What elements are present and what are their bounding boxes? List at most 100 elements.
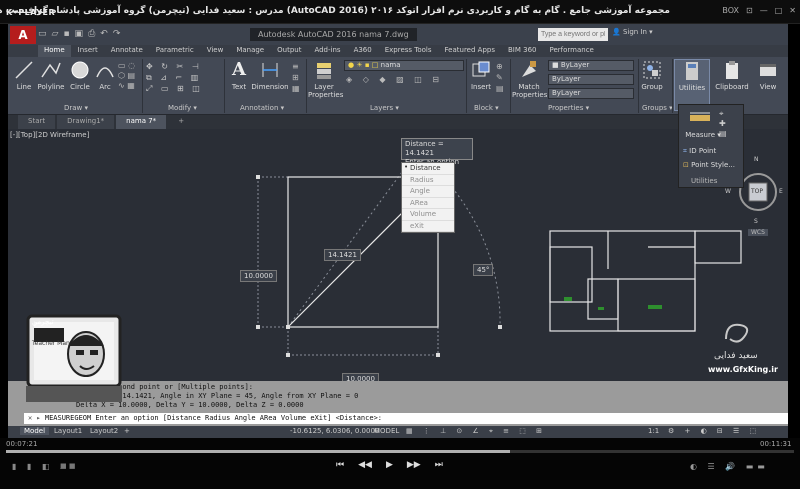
open-icon[interactable]: ▱ <box>52 29 59 39</box>
option-angle[interactable]: Angle <box>402 186 454 198</box>
clipboard-tool[interactable]: Clipboard <box>714 59 750 91</box>
autocad-title-bar: A ▭ ▱ ▪ ▣ ⎙ ↶ ↷ Autodesk AutoCAD 2016 na… <box>8 24 788 45</box>
file-tabs: Start Drawing1* nama 7* + <box>8 115 788 129</box>
status-tools[interactable]: ⚙ + ◐ ⊟ ☰ ⬚ <box>668 427 760 435</box>
lineweight-combo[interactable]: ByLayer <box>548 88 634 99</box>
option-radius[interactable]: Radius <box>402 175 454 186</box>
tab-home[interactable]: Home <box>38 45 71 57</box>
window-controls: BOX ⊡ — □ ✕ <box>722 6 796 15</box>
modify-group-label[interactable]: Modify ▾ <box>168 104 197 112</box>
annotation-group-label[interactable]: Annotation ▾ <box>240 104 284 112</box>
new-tab-icon[interactable]: + <box>168 115 194 129</box>
draw-small-tools[interactable]: ▭ ◌ ⬡ ▤ ∿ ▦ <box>118 61 140 101</box>
tab-view[interactable]: View <box>201 45 230 57</box>
layers-group-label[interactable]: Layers ▾ <box>370 104 399 112</box>
compass-east: E <box>779 188 783 195</box>
tab-performance[interactable]: Performance <box>543 45 599 57</box>
tab-a360[interactable]: A360 <box>348 45 378 57</box>
layer-small-tools[interactable]: ◈ ◇ ◆ ▨ ◫ ⊟ <box>346 75 456 84</box>
circle-label: Circle <box>70 83 90 91</box>
group-tool[interactable]: Group <box>640 59 664 91</box>
application-menu-button[interactable]: A <box>10 26 36 44</box>
groups-group-label[interactable]: Groups ▾ <box>642 104 673 112</box>
drafting-toggles[interactable]: ▦ ⋮ ⊥ ⊙ ∠ ⌖ ≡ ⬚ ⊞ <box>406 427 546 436</box>
circle-tool[interactable]: Circle <box>68 59 92 91</box>
point-style-button[interactable]: ⊡ Point Style... <box>683 161 735 169</box>
block-small-tools[interactable]: ⊕ ✎ ▤ <box>496 61 508 94</box>
lineweight-combo-value: ByLayer <box>552 89 581 97</box>
compass-south: S <box>754 218 758 225</box>
layout2-tab[interactable]: Layout2 <box>90 427 118 435</box>
tab-add-ins[interactable]: Add-ins <box>308 45 346 57</box>
forward-icon[interactable]: ▶▶ <box>407 460 421 470</box>
seek-bar[interactable] <box>6 450 794 453</box>
new-icon[interactable]: ▭ <box>38 29 47 39</box>
model-space-button[interactable]: MODEL <box>374 427 399 435</box>
calculator-icon <box>681 60 703 82</box>
right-controls[interactable]: ◐ ☰ 🔊 ▬▬ <box>690 462 769 471</box>
option-area[interactable]: ARea <box>402 198 454 209</box>
tab-parametric[interactable]: Parametric <box>150 45 200 57</box>
saveas-icon[interactable]: ▣ <box>75 29 84 39</box>
add-layout-icon[interactable]: + <box>124 427 130 435</box>
draw-group-label[interactable]: Draw ▾ <box>64 104 88 112</box>
line-tool[interactable]: Line <box>12 59 36 91</box>
text-tool[interactable]: A Text <box>228 59 250 91</box>
close-icon[interactable]: ✕ <box>789 6 796 15</box>
polyline-tool[interactable]: Polyline <box>36 59 66 91</box>
current-time: 00:07:21 <box>6 440 38 448</box>
wcs-button[interactable]: WCS <box>748 229 768 236</box>
linetype-combo[interactable]: ByLayer <box>548 74 634 85</box>
annotation-scale[interactable]: 1:1 <box>648 427 659 435</box>
layer-properties-tool[interactable]: Layer Properties <box>308 59 343 99</box>
modify-tools[interactable]: ✥ ↻ ✂ ⊣ ⧉ ⊿ ⌐ ▥ ⤢ ▭ ⊞ ◫ <box>146 61 222 101</box>
model-tab[interactable]: Model <box>20 427 50 435</box>
block-group-label[interactable]: Block ▾ <box>474 104 499 112</box>
tab-bim-360[interactable]: BIM 360 <box>502 45 543 57</box>
minimize-icon[interactable]: — <box>760 6 768 15</box>
sign-in-button[interactable]: 👤 Sign In ▾ <box>612 28 653 36</box>
layout1-tab[interactable]: Layout1 <box>54 427 82 435</box>
layer-combo-value: nama <box>380 61 401 69</box>
quick-access-toolbar: ▭ ▱ ▪ ▣ ⎙ ↶ ↷ <box>38 29 120 39</box>
tab-annotate[interactable]: Annotate <box>105 45 149 57</box>
id-point-button[interactable]: ⌗ ID Point <box>683 147 716 156</box>
layer-combo[interactable]: ● ☀ ▪ □ nama <box>344 60 464 71</box>
properties-group-label[interactable]: Properties ▾ <box>548 104 589 112</box>
redo-icon[interactable]: ↷ <box>113 29 121 39</box>
search-input[interactable] <box>538 28 608 41</box>
arc-tool[interactable]: Arc <box>94 59 116 91</box>
file-tab-start[interactable]: Start <box>18 115 56 129</box>
rewind-icon[interactable]: ◀◀ <box>358 460 372 470</box>
option-exit[interactable]: eXit <box>402 221 454 232</box>
next-icon[interactable]: ⏭ <box>435 460 443 470</box>
grip <box>286 325 290 329</box>
view-tool[interactable]: View <box>754 59 782 91</box>
tab-featured-apps[interactable]: Featured Apps <box>439 45 501 57</box>
insert-tool[interactable]: Insert <box>468 59 494 91</box>
tab-manage[interactable]: Manage <box>230 45 270 57</box>
separator <box>638 59 639 113</box>
tab-express-tools[interactable]: Express Tools <box>379 45 438 57</box>
option-volume[interactable]: Volume <box>402 209 454 221</box>
measure-button[interactable]: Measure ▾ <box>685 131 721 139</box>
tab-insert[interactable]: Insert <box>72 45 104 57</box>
option-distance[interactable]: Distance <box>402 163 454 175</box>
command-line-input[interactable]: ✕ ▸ MEASUREGEOM Enter an option [Distanc… <box>24 413 788 424</box>
history-line: Specify second point or [Multiple points… <box>76 383 254 391</box>
plot-icon[interactable]: ⎙ <box>88 29 95 39</box>
pin-icon[interactable]: ⊡ <box>746 6 753 15</box>
previous-icon[interactable]: ⏮ <box>336 460 344 470</box>
dimension-tool[interactable]: Dimension <box>250 59 290 91</box>
file-tab-drawing1[interactable]: Drawing1* <box>57 115 115 129</box>
tab-output[interactable]: Output <box>271 45 307 57</box>
color-combo[interactable]: ■ ByLayer <box>548 60 634 71</box>
annotation-small-tools[interactable]: ≡ ⊞ ▦ <box>292 61 306 94</box>
file-tab-nama7[interactable]: nama 7* <box>116 115 167 129</box>
match-properties-tool[interactable]: Match Properties <box>512 59 547 99</box>
save-icon[interactable]: ▪ <box>63 29 69 39</box>
play-icon[interactable]: ▶ <box>386 460 393 470</box>
undo-icon[interactable]: ↶ <box>100 29 108 39</box>
box-label[interactable]: BOX <box>722 6 739 15</box>
maximize-icon[interactable]: □ <box>775 6 783 15</box>
